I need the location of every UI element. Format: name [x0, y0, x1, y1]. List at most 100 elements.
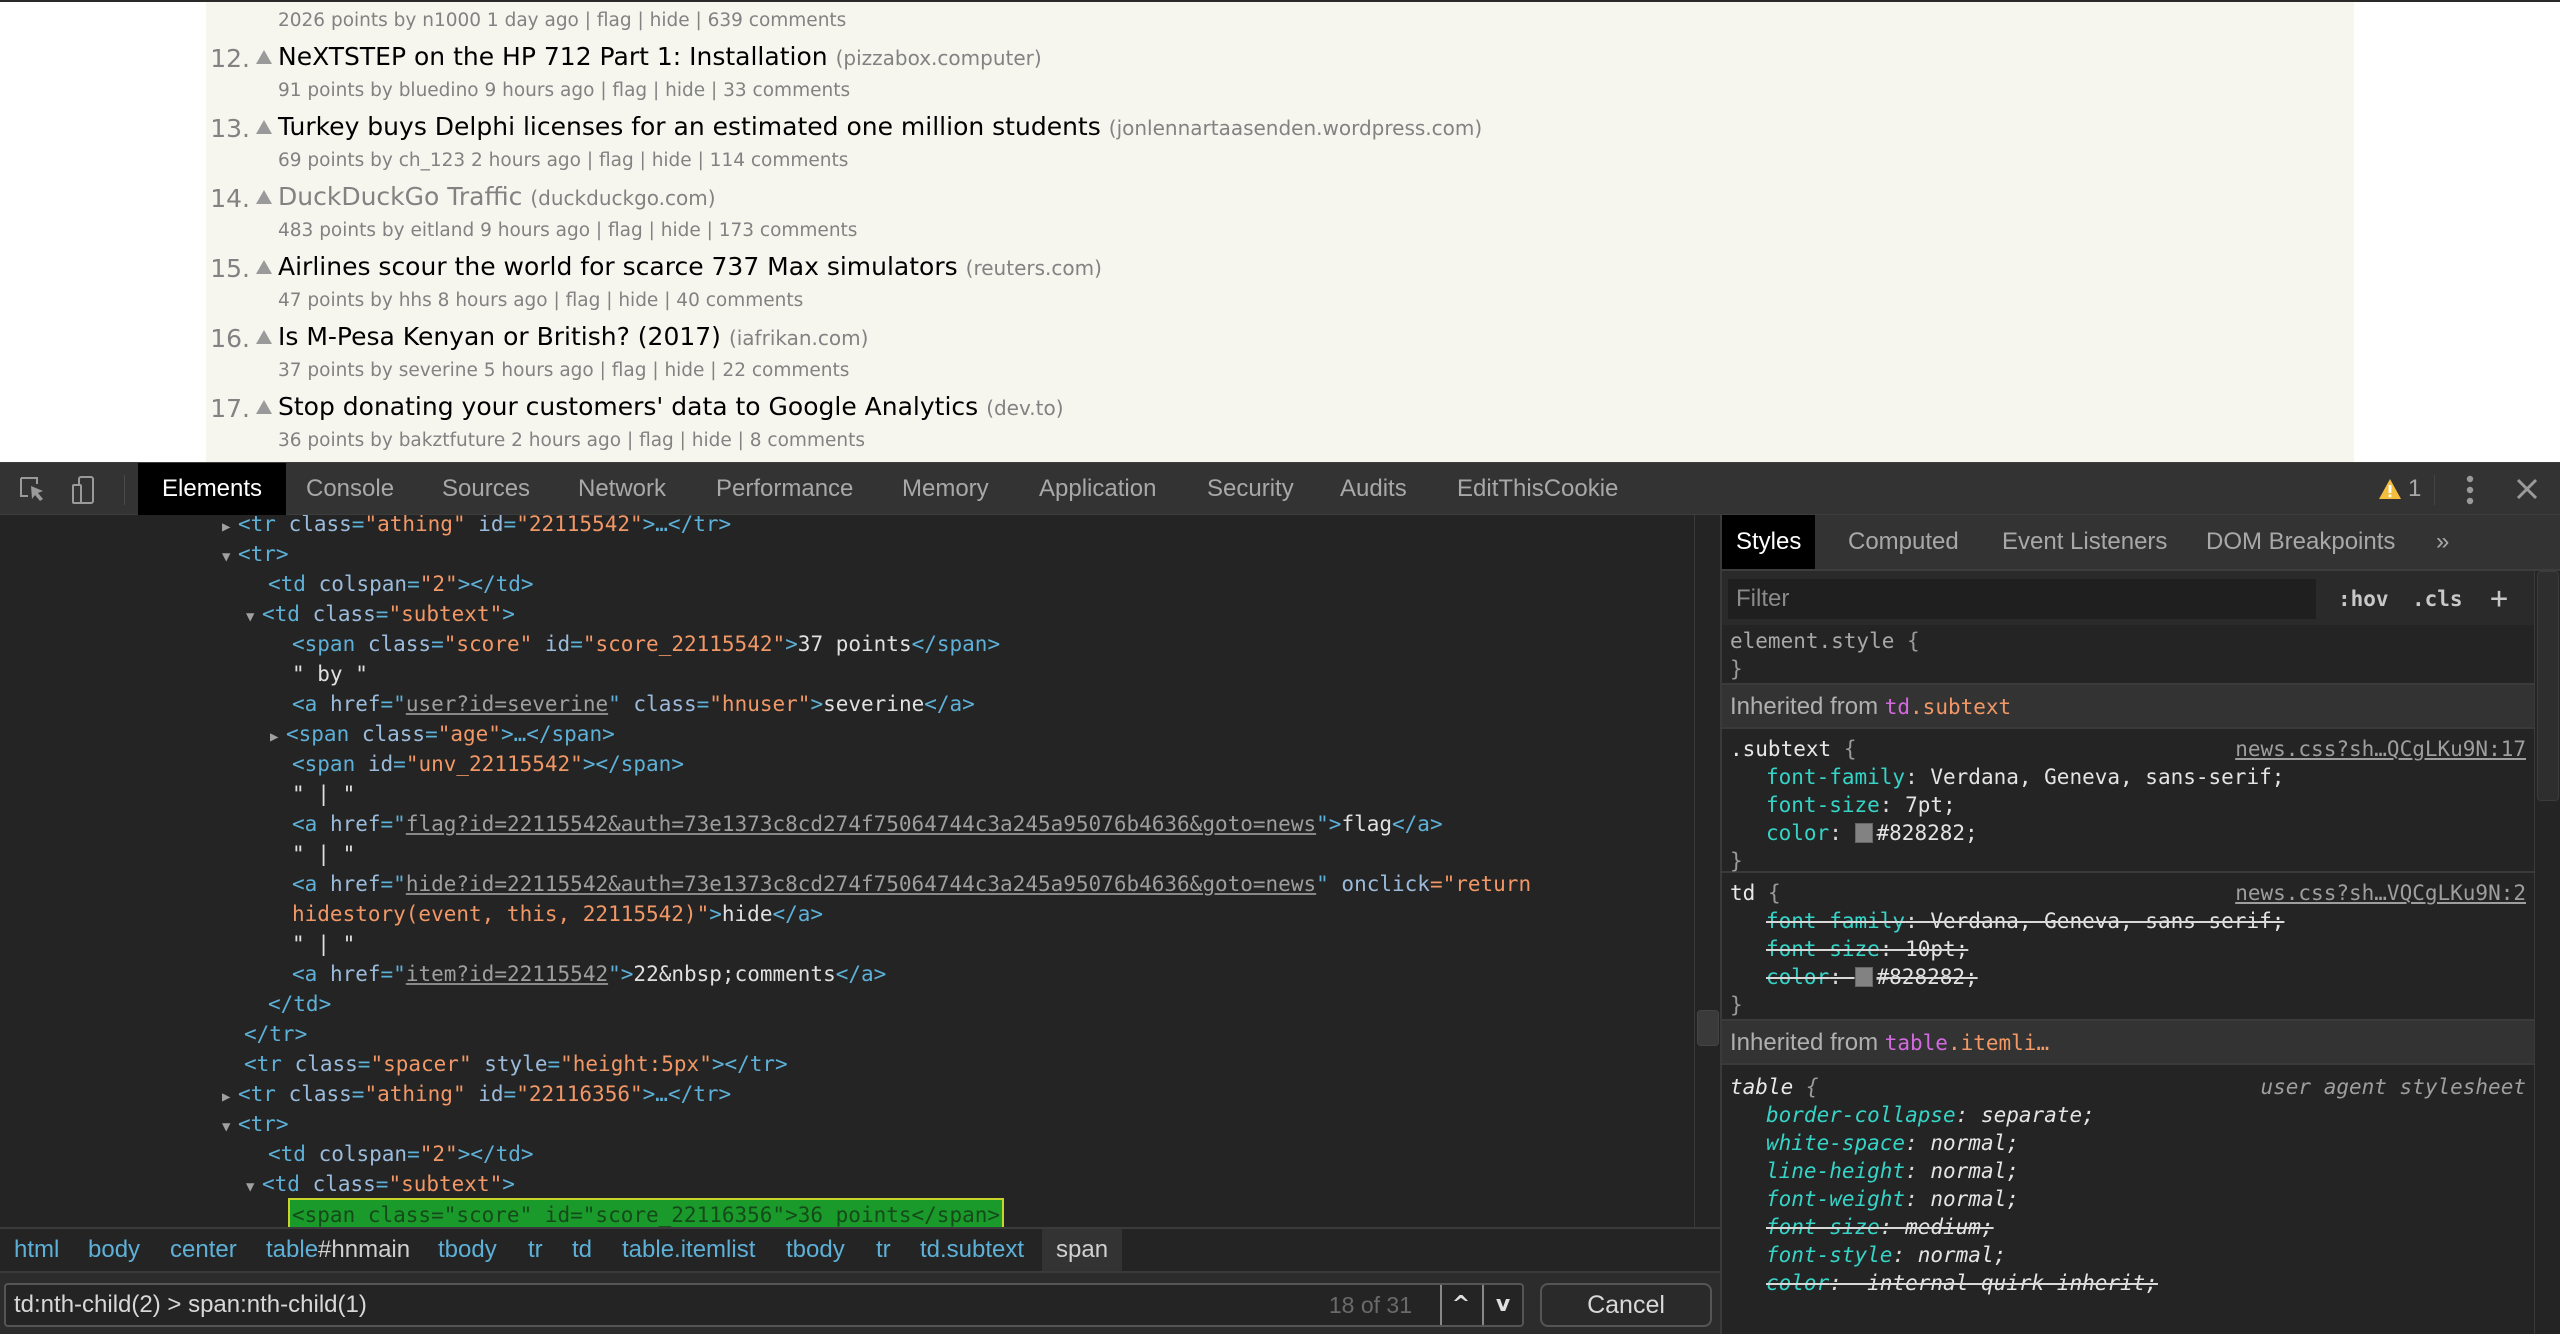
breadcrumb-body[interactable]: body [88, 1229, 140, 1271]
dom-text-node[interactable]: " | " [292, 779, 355, 809]
color-swatch[interactable] [1854, 967, 1873, 987]
dom-node[interactable]: <tr class="spacer" style="height:5px"></… [244, 1049, 788, 1079]
dom-node[interactable]: <td colspan="2"></td> [268, 1139, 534, 1169]
stylesheet-source-link[interactable]: news.css?sh…VQCgLKu9N:2 [2235, 879, 2526, 907]
breadcrumb-td-subtext[interactable]: td.subtext [920, 1229, 1024, 1271]
dom-node-continuation[interactable]: hidestory(event, this, 22115542)">hide</… [292, 899, 823, 929]
css-rule-table-user-agent[interactable]: user agent stylesheet table { border-col… [1722, 1067, 2534, 1334]
item-title[interactable]: Turkey buys Delphi licenses for an estim… [278, 112, 1101, 141]
css-property[interactable]: font-style: normal; [1722, 1241, 2534, 1269]
dom-link[interactable]: user?id=severine [406, 692, 608, 716]
item-site[interactable]: (duckduckgo.com) [530, 186, 715, 210]
element-style-rule[interactable]: element.style { } [1722, 625, 2534, 685]
breadcrumb-center[interactable]: center [170, 1229, 237, 1271]
breadcrumb-table-itemlist[interactable]: table.itemlist [622, 1229, 755, 1271]
item-title-link[interactable]: DuckDuckGo Traffic (duckduckgo.com) [278, 182, 716, 211]
dom-text-node[interactable]: " by " [292, 659, 368, 689]
cancel-button[interactable]: Cancel [1540, 1283, 1712, 1327]
warning-icon[interactable] [2378, 477, 2402, 501]
color-swatch[interactable] [1854, 823, 1873, 843]
css-property[interactable]: color: #828282; [1722, 819, 2534, 847]
item-title-link[interactable]: Airlines scour the world for scarce 737 … [278, 252, 1102, 281]
dom-node[interactable]: <a href="hide?id=22115542&auth=73e1373c8… [292, 869, 1531, 899]
dom-link[interactable]: hide?id=22115542&auth=73e1373c8cd274f750… [406, 872, 1316, 896]
item-title[interactable]: Is M-Pesa Kenyan or British? (2017) [278, 322, 721, 351]
scrollbar-thumb[interactable] [1697, 1010, 1719, 1046]
css-property[interactable]: font-size: 7pt; [1722, 791, 2534, 819]
dom-text-node[interactable]: " | " [292, 929, 355, 959]
dom-node[interactable]: <span class="score" id="score_22115542">… [292, 629, 1000, 659]
new-style-rule-icon[interactable]: + [2490, 579, 2508, 619]
tab-performance[interactable]: Performance [692, 463, 877, 515]
kebab-menu-icon[interactable] [2462, 473, 2478, 507]
collapse-triangle-icon[interactable]: ▼ [222, 1112, 238, 1142]
breadcrumb-tr[interactable]: tr [528, 1229, 543, 1271]
item-subtext[interactable]: 37 points by severine 5 hours ago | flag… [278, 360, 849, 381]
css-rule-td[interactable]: news.css?sh…VQCgLKu9N:2 td { font-family… [1722, 873, 2534, 1021]
item-site[interactable]: (reuters.com) [966, 256, 1102, 280]
item-title-link[interactable]: Turkey buys Delphi licenses for an estim… [278, 112, 1482, 141]
css-property-overridden[interactable]: font-family: Verdana, Geneva, sans-serif… [1722, 907, 2534, 935]
item-site[interactable]: (iafrikan.com) [729, 326, 868, 350]
styles-filter-input[interactable] [1728, 579, 2316, 619]
css-rule-subtext[interactable]: news.css?sh…QCgLKu9N:17 .subtext { font-… [1722, 731, 2534, 873]
upvote-arrow-icon[interactable] [256, 50, 272, 64]
dom-node-search-highlight[interactable]: <span class="score" id="score_22116356">… [287, 1198, 1005, 1227]
elements-scrollbar[interactable] [1694, 515, 1720, 1227]
upvote-arrow-icon[interactable] [256, 400, 272, 414]
item-subtext[interactable]: 47 points by hhs 8 hours ago | flag | hi… [278, 290, 803, 311]
tab-audits[interactable]: Audits [1316, 463, 1431, 515]
stylesheet-source-link[interactable]: news.css?sh…QCgLKu9N:17 [2235, 735, 2526, 763]
item-title[interactable]: Stop donating your customers' data to Go… [278, 392, 978, 421]
expand-triangle-icon[interactable]: ▶ [270, 722, 286, 752]
tab-memory[interactable]: Memory [878, 463, 1013, 515]
inspect-element-icon[interactable] [18, 475, 48, 505]
dom-node[interactable]: ▼ <td class="subtext"> [246, 599, 515, 629]
dom-node[interactable]: <span id="unv_22115542"></span> [292, 749, 684, 779]
dom-node[interactable]: ▶ <tr class="athing" id="22115542">…</tr> [222, 515, 731, 539]
css-property-overridden[interactable]: color: #828282; [1722, 963, 2534, 991]
item-site[interactable]: (dev.to) [986, 396, 1063, 420]
breadcrumb-td[interactable]: td [572, 1229, 592, 1271]
css-property[interactable]: font-family: Verdana, Geneva, sans-serif… [1722, 763, 2534, 791]
styles-scrollbar[interactable] [2534, 571, 2560, 1334]
dom-close-tag[interactable]: </tr> [244, 1019, 307, 1049]
collapse-triangle-icon[interactable]: ▼ [246, 602, 262, 632]
dom-node[interactable]: <a href="user?id=severine" class="hnuser… [292, 689, 975, 719]
dom-node[interactable]: ▶ <span class="age">…</span> [270, 719, 615, 749]
tab-console[interactable]: Console [282, 463, 418, 515]
dom-link[interactable]: item?id=22115542 [406, 962, 608, 986]
device-toolbar-icon[interactable] [70, 475, 100, 505]
close-icon[interactable] [2516, 478, 2538, 500]
hover-state-toggle[interactable]: :hov [2338, 579, 2389, 619]
expand-triangle-icon[interactable]: ▶ [222, 515, 238, 542]
item-title-link[interactable]: Stop donating your customers' data to Go… [278, 392, 1064, 421]
css-property[interactable]: border-collapse: separate; [1722, 1101, 2534, 1129]
dom-node[interactable]: ▼ <td class="subtext"> [246, 1169, 515, 1199]
upvote-arrow-icon[interactable] [256, 330, 272, 344]
item-title[interactable]: NeXTSTEP on the HP 712 Part 1: Installat… [278, 42, 828, 71]
tab-network[interactable]: Network [554, 463, 690, 515]
search-next-button[interactable]: v [1482, 1285, 1522, 1325]
tab-sources[interactable]: Sources [418, 463, 554, 515]
dom-close-tag[interactable]: </td> [268, 989, 331, 1019]
dom-node[interactable]: <a href="flag?id=22115542&auth=73e1373c8… [292, 809, 1443, 839]
breadcrumb-tbody[interactable]: tbody [786, 1229, 845, 1271]
dom-text-node[interactable]: " | " [292, 839, 355, 869]
tab-editthiscookie[interactable]: EditThisCookie [1433, 463, 1642, 515]
collapse-triangle-icon[interactable]: ▼ [246, 1172, 262, 1202]
item-subtext[interactable]: 483 points by eitland 9 hours ago | flag… [278, 220, 857, 241]
search-input[interactable] [14, 1285, 1314, 1325]
tab-elements[interactable]: Elements [138, 463, 287, 515]
scrollbar-thumb[interactable] [2537, 571, 2559, 801]
expand-triangle-icon[interactable]: ▶ [222, 1082, 238, 1112]
item-title[interactable]: DuckDuckGo Traffic [278, 182, 522, 211]
collapse-triangle-icon[interactable]: ▼ [222, 542, 238, 572]
item-site[interactable]: (pizzabox.computer) [836, 46, 1042, 70]
dom-node[interactable]: <td colspan="2"></td> [268, 569, 534, 599]
search-prev-button[interactable]: ^ [1440, 1285, 1480, 1325]
upvote-arrow-icon[interactable] [256, 260, 272, 274]
upvote-arrow-icon[interactable] [256, 120, 272, 134]
css-property-overridden[interactable]: font-size: medium; [1722, 1213, 2534, 1241]
css-property-overridden[interactable]: font-size: 10pt; [1722, 935, 2534, 963]
